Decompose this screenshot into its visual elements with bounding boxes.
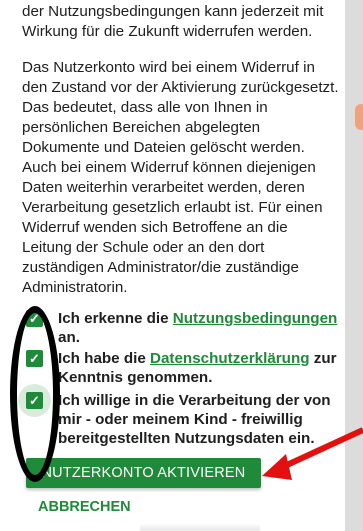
terms-link[interactable]: Nutzungsbedingungen: [173, 310, 338, 327]
faded-footer: [140, 523, 260, 531]
revocation-paragraph: Das Nutzerkonto wird bei einem Widerruf …: [22, 59, 339, 296]
side-indicator: [355, 104, 363, 130]
cancel-button[interactable]: ABBRECHEN: [38, 497, 131, 517]
terms-checkbox-row[interactable]: ✓ Ich erkenne die Nutzungsbedingungen an…: [18, 305, 340, 346]
intro-line-2: Wirkung für die Zukunft widerrufen werde…: [22, 23, 313, 40]
activate-account-button[interactable]: NUTZERKONTO AKTIVIEREN: [26, 458, 261, 488]
intro-line-1: der Nutzungsbedingungen kann jederzeit m…: [22, 3, 324, 20]
terms-checkbox-label: Ich erkenne die Nutzungsbedingungen an.: [58, 309, 345, 347]
right-edge-strip: [345, 0, 363, 531]
data-consent-checkbox-row[interactable]: ✓ Ich willige in die Verarbeitung der vo…: [18, 384, 340, 447]
privacy-label-prefix: Ich habe die: [58, 350, 150, 367]
data-consent-label: Ich willige in die Verarbeitung der von …: [58, 392, 331, 447]
intro-text: der Nutzungsbedingungen kann jederzeit m…: [22, 2, 340, 42]
privacy-link[interactable]: Datenschutzerklärung: [150, 350, 310, 367]
terms-label-prefix: Ich erkenne die: [58, 310, 173, 327]
annotation-circle: [10, 306, 60, 482]
privacy-checkbox-row[interactable]: ✓ Ich habe die Datenschutzerklärung zur …: [18, 345, 340, 387]
terms-label-suffix: an.: [58, 329, 80, 346]
privacy-checkbox-label: Ich habe die Datenschutzerklärung zur Ke…: [58, 349, 345, 387]
